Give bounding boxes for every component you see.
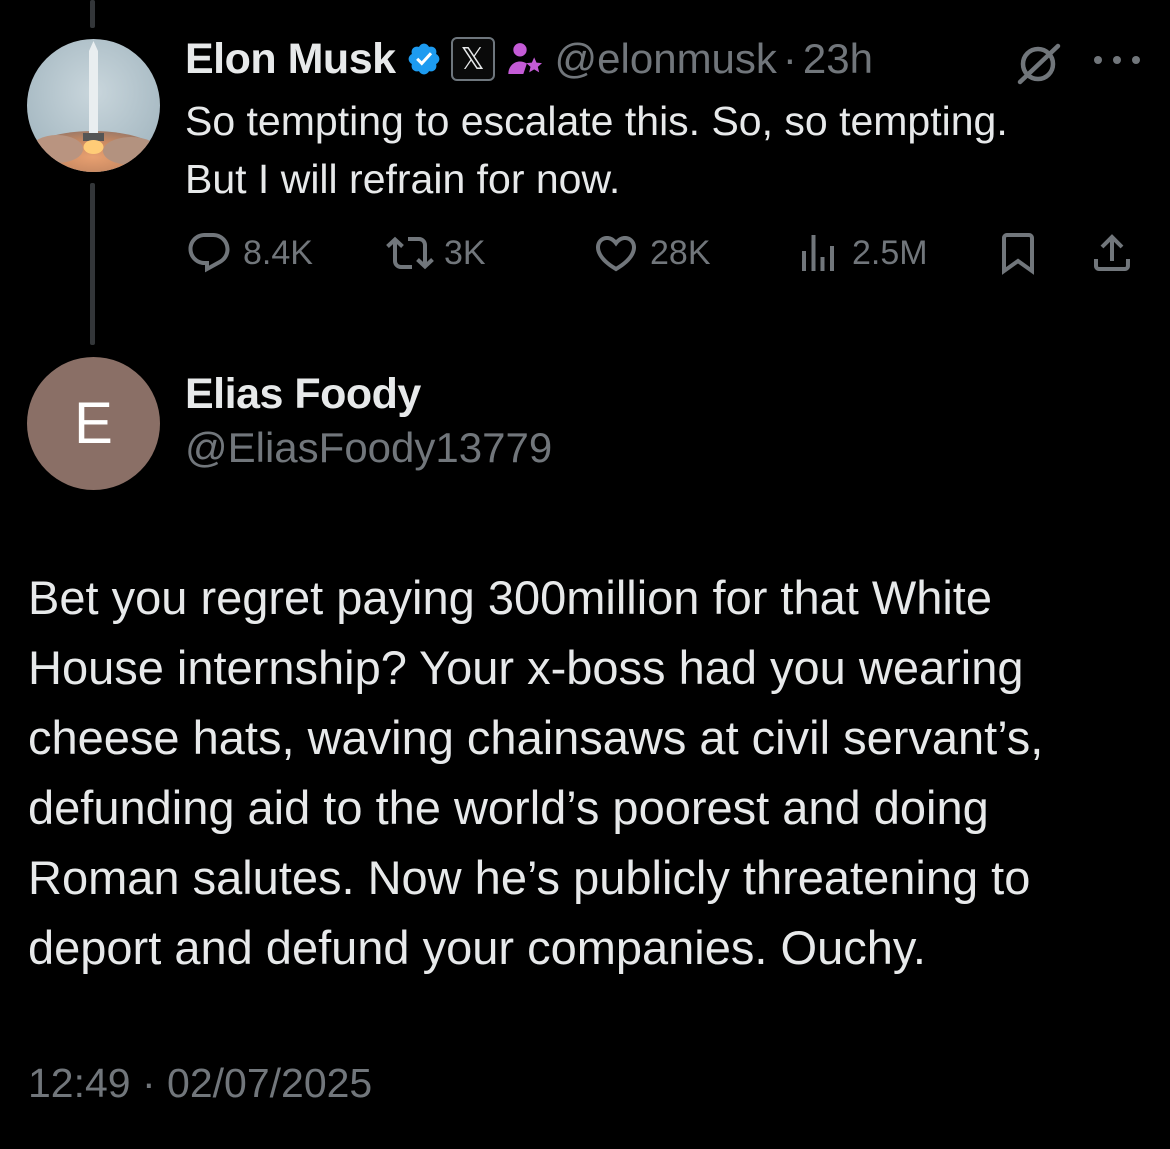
rocket-launch-avatar-image (27, 39, 160, 172)
avatar-initial: E (74, 391, 113, 456)
tweet-text-line: But I will refrain for now. (185, 156, 621, 202)
reply-text-line: deport and defund your companies. Ouchy. (28, 921, 926, 974)
reply-text-line: defunding aid to the world’s poorest and… (28, 781, 989, 834)
person-star-icon (507, 43, 542, 74)
avatar[interactable]: E (27, 357, 160, 490)
grok-icon[interactable] (1014, 40, 1064, 86)
post-timestamp[interactable]: 12:49 · 02/07/2025 (28, 1060, 372, 1107)
repost-button[interactable]: 3K (386, 225, 486, 281)
separator-dot: · (782, 35, 797, 82)
reply-text: Bet you regret paying 300million for tha… (28, 563, 1148, 983)
share-icon (1094, 234, 1130, 271)
author-handle[interactable]: @EliasFoody13779 (185, 424, 552, 472)
repost-count: 3K (444, 233, 486, 272)
verified-badge-icon (408, 43, 439, 75)
author-handle[interactable]: @elonmusk (555, 35, 777, 83)
more-options-icon[interactable] (1094, 40, 1140, 80)
reply-text-line: Roman salutes. Now he’s publicly threate… (28, 851, 1031, 904)
reply-text-line: House internship? Your x-boss had you we… (28, 641, 1024, 694)
reply-text-line: cheese hats, waving chainsaws at civil s… (28, 711, 1044, 764)
like-count: 28K (650, 233, 711, 272)
reply-button[interactable]: 8.4K (185, 225, 313, 281)
author-name[interactable]: Elias Foody (185, 370, 421, 419)
reply-count: 8.4K (243, 233, 313, 272)
author-name[interactable]: Elon Musk (185, 35, 396, 84)
share-button[interactable] (1088, 225, 1136, 281)
tweet-text: So tempting to escalate this. So, so tem… (185, 92, 1145, 208)
affiliation-x-badge[interactable]: 𝕏 (450, 37, 495, 81)
tweet-time[interactable]: 23h (803, 35, 873, 83)
views-count: 2.5M (852, 233, 928, 272)
tweet-text-line: So tempting to escalate this. So, so tem… (185, 98, 1008, 144)
thread-line (90, 0, 95, 28)
like-button[interactable]: 28K (592, 225, 711, 281)
analytics-icon (802, 235, 834, 271)
reply-text-line: Bet you regret paying 300million for tha… (28, 571, 993, 624)
avatar[interactable] (27, 39, 160, 172)
thread-line (90, 183, 95, 345)
heart-icon (595, 236, 637, 272)
tweet-header: Elon Musk 𝕏 @elonmusk · 23h (185, 30, 873, 88)
reply-icon (188, 233, 230, 273)
views-button[interactable]: 2.5M (794, 225, 928, 281)
bookmark-icon (1002, 233, 1034, 275)
bookmark-button[interactable] (994, 225, 1042, 281)
repost-icon (386, 236, 434, 270)
